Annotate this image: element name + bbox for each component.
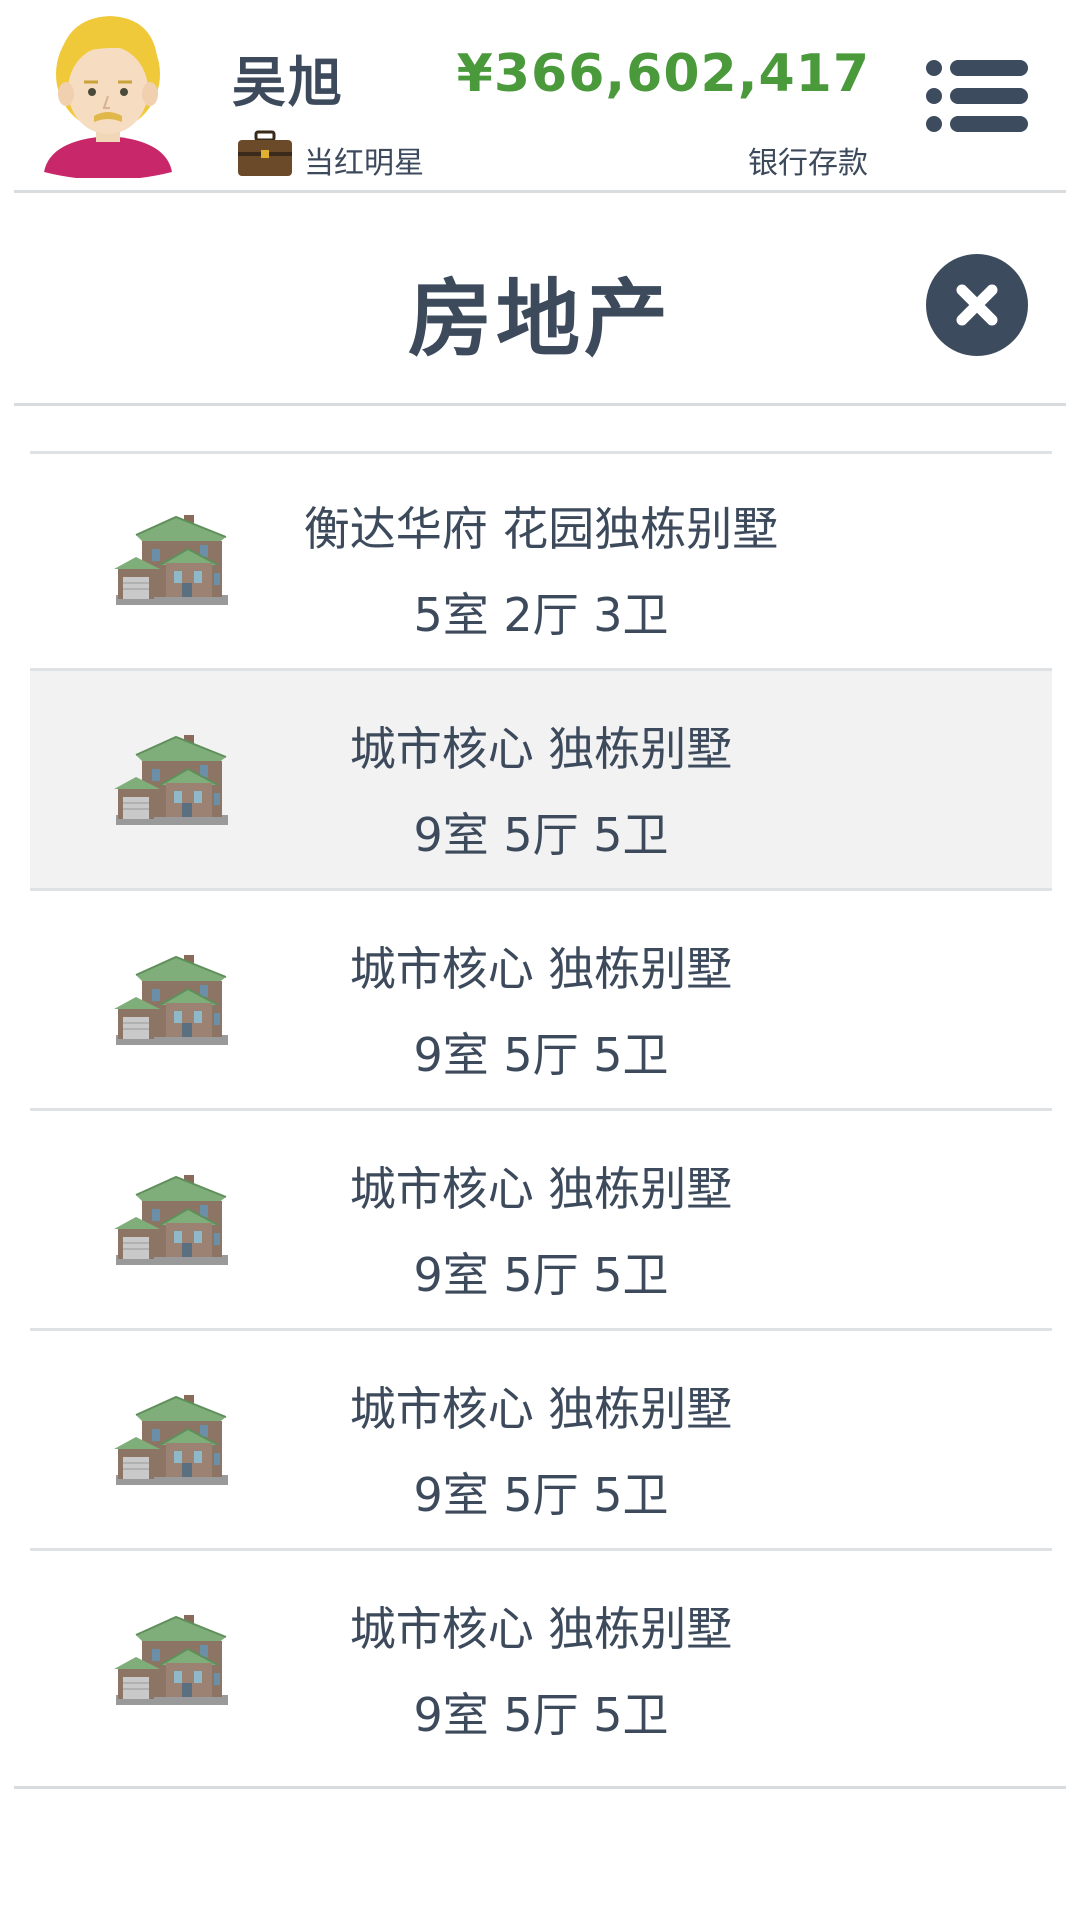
- property-name: 城市核心 独栋别墅: [349, 1382, 733, 1436]
- footer-divider: [14, 1786, 1066, 1789]
- property-list: 衡达华府 花园独栋别墅 5室 2厅 3卫 城市核心 独栋别墅 9室 5厅 5卫 城市核心…: [30, 451, 1052, 1757]
- property-name: 城市核心 独栋别墅: [349, 1162, 733, 1216]
- property-list-viewport[interactable]: 衡达华府 花园独栋别墅 5室 2厅 3卫 城市核心 独栋别墅 9室 5厅 5卫 城市核心…: [30, 405, 1052, 1757]
- page-title: 房地产: [407, 270, 672, 368]
- player-header: 吴旭 当红明星 ¥366,602,417 银行存款: [0, 0, 1080, 190]
- property-rooms: 9室 5厅 5卫: [413, 1028, 669, 1082]
- property-rooms: 9室 5厅 5卫: [413, 1468, 669, 1522]
- property-name: 城市核心 独栋别墅: [349, 722, 733, 776]
- property-rooms: 9室 5厅 5卫: [413, 808, 669, 862]
- avatar[interactable]: [40, 12, 176, 178]
- property-item[interactable]: 城市核心 独栋别墅 9室 5厅 5卫: [30, 671, 1052, 891]
- property-item[interactable]: 城市核心 独栋别墅 9室 5厅 5卫: [30, 891, 1052, 1111]
- property-item[interactable]: 城市核心 独栋别墅 9室 5厅 5卫: [30, 1551, 1052, 1757]
- real-estate-screen: 吴旭 当红明星 ¥366,602,417 银行存款 房地产 衡达华府 花园独栋别…: [0, 0, 1080, 1920]
- property-item[interactable]: 衡达华府 花园独栋别墅 5室 2厅 3卫: [30, 451, 1052, 671]
- player-name: 吴旭: [232, 51, 344, 114]
- header-divider: [14, 190, 1066, 193]
- property-name: 城市核心 独栋别墅: [349, 1602, 733, 1656]
- close-icon: [956, 284, 998, 326]
- bank-balance-label: 银行存款: [748, 146, 868, 181]
- job-title: 当红明星: [304, 146, 424, 181]
- property-name: 城市核心 独栋别墅: [349, 942, 733, 996]
- property-item[interactable]: 城市核心 独栋别墅 9室 5厅 5卫: [30, 1331, 1052, 1551]
- property-item[interactable]: 城市核心 独栋别墅 9室 5厅 5卫: [30, 1111, 1052, 1331]
- menu-list-icon[interactable]: [924, 56, 1028, 136]
- property-name: 衡达华府 花园独栋别墅: [303, 502, 779, 556]
- close-button[interactable]: [926, 254, 1028, 356]
- property-rooms: 5室 2厅 3卫: [413, 588, 669, 642]
- list-item-partial: [30, 405, 1052, 454]
- property-rooms: 9室 5厅 5卫: [413, 1688, 669, 1742]
- briefcase-icon: [238, 130, 292, 176]
- bank-balance: ¥366,602,417: [456, 44, 870, 104]
- property-rooms: 9室 5厅 5卫: [413, 1248, 669, 1302]
